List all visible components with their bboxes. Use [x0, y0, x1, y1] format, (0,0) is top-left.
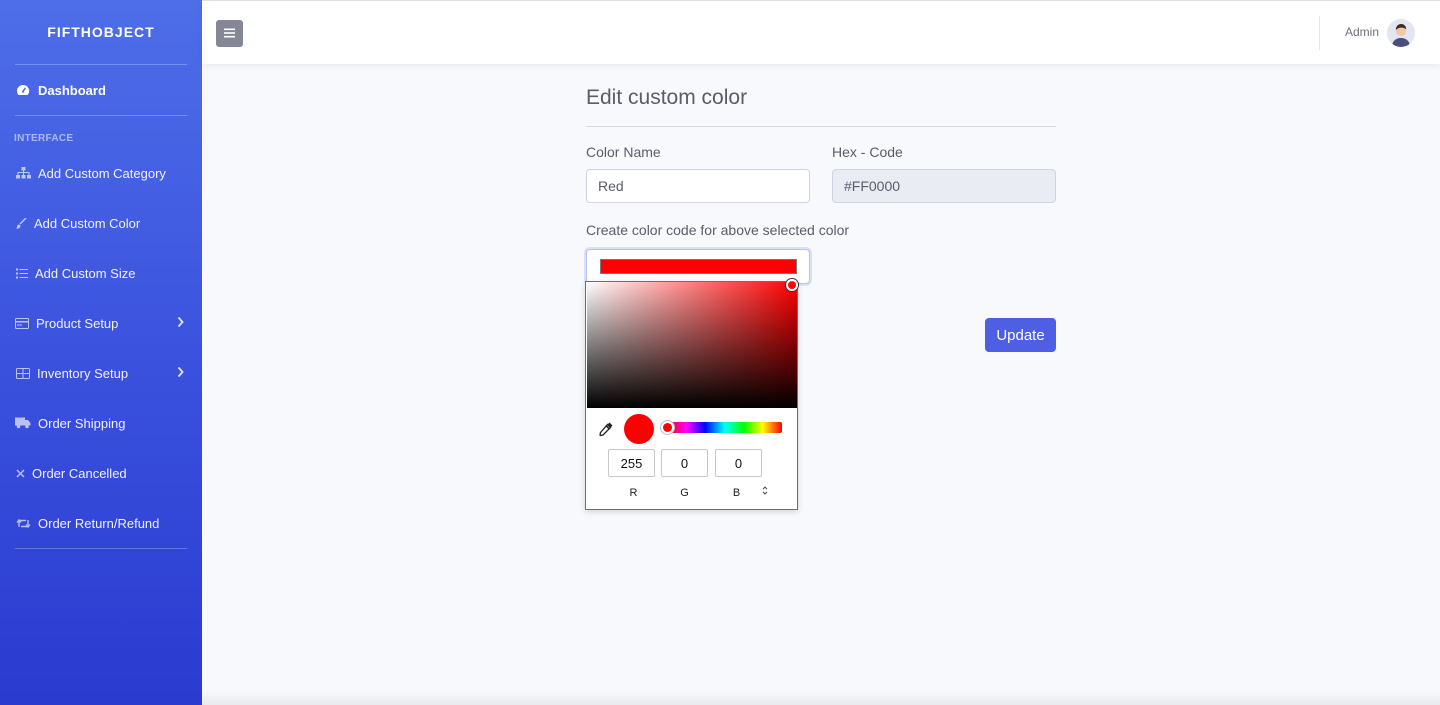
update-button[interactable]: Update	[985, 318, 1056, 352]
topbar: Admin	[202, 0, 1440, 64]
list-icon	[15, 266, 28, 280]
tachometer-icon	[15, 83, 31, 97]
saturation-area[interactable]	[587, 282, 797, 408]
sidebar-item-add-custom-category[interactable]: Add Custom Category	[0, 148, 202, 198]
blue-value-input[interactable]: 0	[715, 449, 762, 477]
red-value-input[interactable]: 255	[608, 449, 655, 477]
sidebar: FIFTHOBJECT Dashboard INTERFACE Add Cust…	[0, 0, 202, 705]
sidebar-heading: INTERFACE	[14, 133, 74, 144]
hex-code-input: #FF0000	[832, 169, 1056, 203]
sidebar-item-label: Add Custom Category	[38, 165, 166, 181]
brand-logo[interactable]: FIFTHOBJECT	[0, 0, 202, 64]
color-name-label: Color Name	[586, 144, 661, 160]
sidebar-item-label: Inventory Setup	[37, 365, 129, 381]
title-divider	[586, 126, 1056, 127]
hex-code-label: Hex - Code	[832, 144, 903, 160]
sidebar-divider	[15, 548, 187, 549]
truck-icon	[15, 416, 31, 430]
color-name-input[interactable]: Red	[586, 169, 810, 203]
avatar[interactable]	[1387, 19, 1415, 47]
sitemap-icon	[15, 166, 31, 180]
saturation-handle[interactable]	[786, 279, 798, 291]
sidebar-item-dashboard[interactable]: Dashboard	[0, 65, 202, 115]
sidebar-item-product-setup[interactable]: Product Setup	[0, 298, 202, 348]
brush-icon	[15, 216, 27, 230]
color-preview	[624, 414, 654, 444]
red-label: R	[629, 487, 638, 499]
x-icon	[15, 466, 25, 480]
sidebar-item-inventory-setup[interactable]: Inventory Setup	[0, 348, 202, 398]
green-label: G	[680, 487, 689, 499]
hue-slider[interactable]	[667, 422, 782, 433]
format-toggle-icon[interactable]	[762, 486, 768, 495]
green-value-input[interactable]: 0	[661, 449, 708, 477]
card-icon	[15, 316, 29, 330]
topbar-divider	[1319, 16, 1320, 50]
edit-color-form: Edit custom color Color Name Red Hex - C…	[586, 84, 1056, 284]
user-name[interactable]: Admin	[1345, 25, 1379, 39]
color-picker-label: Create color code for above selected col…	[586, 222, 850, 238]
sidebar-item-label: Dashboard	[38, 82, 106, 98]
sidebar-item-order-cancelled[interactable]: Order Cancelled	[0, 448, 202, 498]
sidebar-toggle-button[interactable]	[216, 20, 243, 47]
color-picker-input[interactable]	[586, 249, 810, 284]
sidebar-item-label: Order Return/Refund	[38, 515, 160, 531]
sidebar-item-order-return-refund[interactable]: Order Return/Refund	[0, 498, 202, 548]
sidebar-item-label: Order Shipping	[38, 415, 126, 431]
retweet-icon	[15, 516, 31, 530]
page-title: Edit custom color	[586, 86, 748, 109]
hamburger-icon	[224, 25, 235, 43]
chevron-right-icon	[177, 366, 184, 381]
color-picker-popup: 255 0 0 R G B	[585, 279, 798, 510]
hue-handle[interactable]	[661, 421, 674, 434]
sidebar-item-add-custom-size[interactable]: Add Custom Size	[0, 248, 202, 298]
sidebar-item-label: Order Cancelled	[32, 465, 127, 481]
color-swatch	[600, 259, 797, 274]
chevron-right-icon	[177, 316, 184, 331]
sidebar-item-add-custom-color[interactable]: Add Custom Color	[0, 198, 202, 248]
footer-shadow	[202, 690, 1440, 705]
sidebar-item-label: Product Setup	[36, 315, 119, 331]
table-icon	[15, 366, 30, 380]
sidebar-item-order-shipping[interactable]: Order Shipping	[0, 398, 202, 448]
blue-label: B	[732, 487, 741, 499]
sidebar-item-label: Add Custom Size	[35, 265, 136, 281]
eyedropper-icon[interactable]	[598, 421, 614, 437]
sidebar-item-label: Add Custom Color	[34, 215, 141, 231]
